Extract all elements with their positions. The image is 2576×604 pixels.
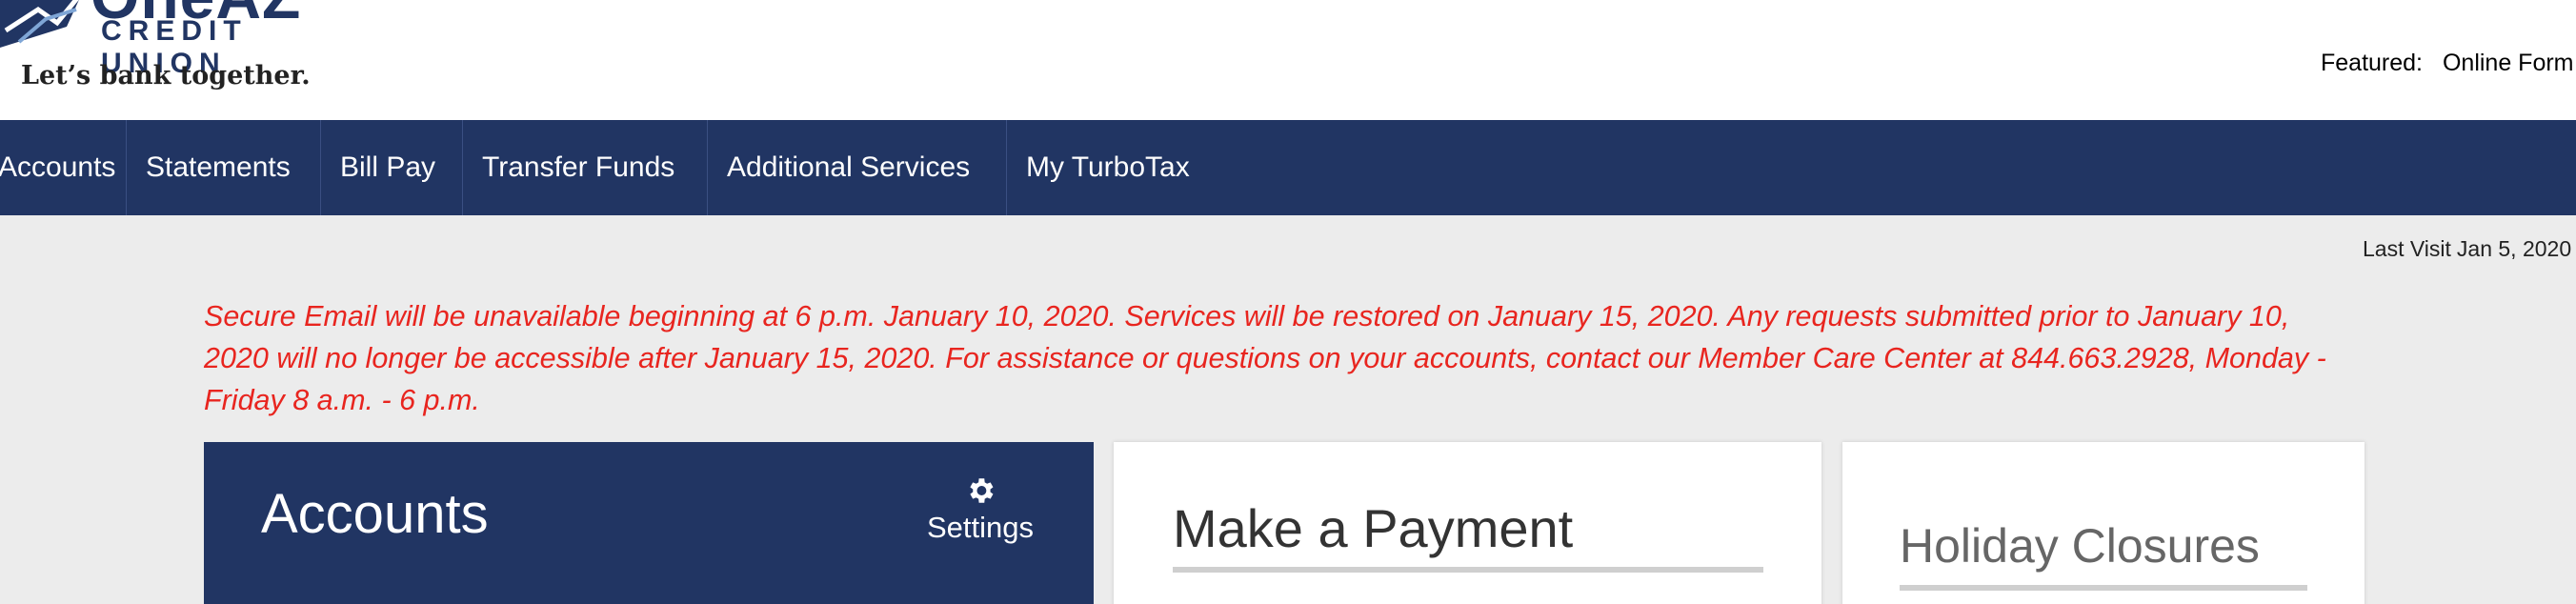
nav-statements[interactable]: Statements — [127, 120, 321, 215]
last-visit: Last Visit Jan 5, 2020 — [2363, 236, 2571, 262]
nav-bill-pay[interactable]: Bill Pay — [321, 120, 463, 215]
make-payment-card: Make a Payment — [1114, 442, 1821, 604]
nav-transfer-funds[interactable]: Transfer Funds — [463, 120, 708, 215]
nav-additional-services[interactable]: Additional Services — [708, 120, 1007, 215]
settings-label: Settings — [926, 511, 1034, 544]
nav-accounts[interactable]: Accounts — [0, 120, 127, 215]
site-header: OneAZ CREDIT UNION Let’s bank together. … — [0, 0, 2576, 120]
logo-mark-icon — [0, 0, 79, 48]
main-nav: Accounts Statements Bill Pay Transfer Fu… — [0, 120, 2576, 215]
featured-label: Featured: — [2321, 50, 2424, 76]
holiday-closures-title: Holiday Closures — [1900, 519, 2260, 573]
settings-button[interactable]: Settings — [909, 474, 1052, 545]
accounts-card: Accounts Settings — [204, 442, 1094, 604]
oneaz-logo[interactable]: OneAZ CREDIT UNION Let’s bank together. — [0, 0, 362, 105]
make-payment-divider — [1173, 567, 1763, 573]
accounts-title: Accounts — [261, 483, 489, 545]
last-visit-date: Jan 5, 2020 — [2456, 236, 2572, 261]
gear-icon — [970, 478, 994, 503]
nav-my-turbotax[interactable]: My TurboTax — [1007, 120, 1218, 215]
logo-tagline: Let’s bank together. — [21, 61, 311, 91]
featured-links: Featured: Online Form — [2321, 50, 2574, 77]
service-alert: Secure Email will be unavailable beginni… — [204, 300, 2326, 416]
featured-online-form-link[interactable]: Online Form — [2443, 50, 2574, 76]
holiday-closures-divider — [1900, 585, 2307, 591]
make-payment-title: Make a Payment — [1173, 498, 1574, 558]
holiday-closures-card: Holiday Closures — [1842, 442, 2365, 604]
last-visit-label: Last Visit — [2363, 236, 2451, 261]
